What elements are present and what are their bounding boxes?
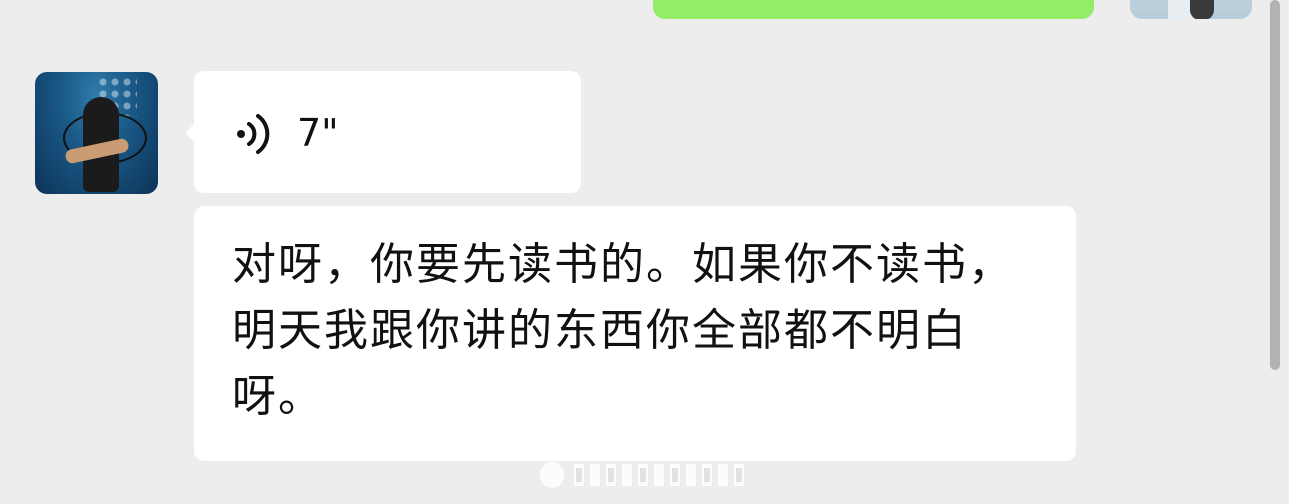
contact-avatar[interactable] — [35, 72, 158, 194]
scrollbar[interactable] — [1270, 0, 1280, 370]
message-text: 对呀，你要先读书的。如果你不读书，明天我跟你讲的东西你全部都不明白呀。 — [232, 239, 1014, 422]
voice-wave-icon — [237, 114, 270, 154]
avatar-hair — [1190, 0, 1214, 19]
text-message-bubble[interactable]: 对呀，你要先读书的。如果你不读书，明天我跟你讲的东西你全部都不明白呀。 — [194, 206, 1076, 461]
voice-duration: 7" — [297, 111, 339, 155]
bubble-tail — [185, 123, 195, 143]
watermark-logo — [540, 462, 744, 488]
own-avatar[interactable] — [1130, 0, 1252, 19]
chat-area: 7" 对呀，你要先读书的。如果你不读书，明天我跟你讲的东西你全部都不明白呀。 — [0, 0, 1289, 504]
outgoing-message-bubble[interactable] — [653, 0, 1094, 19]
